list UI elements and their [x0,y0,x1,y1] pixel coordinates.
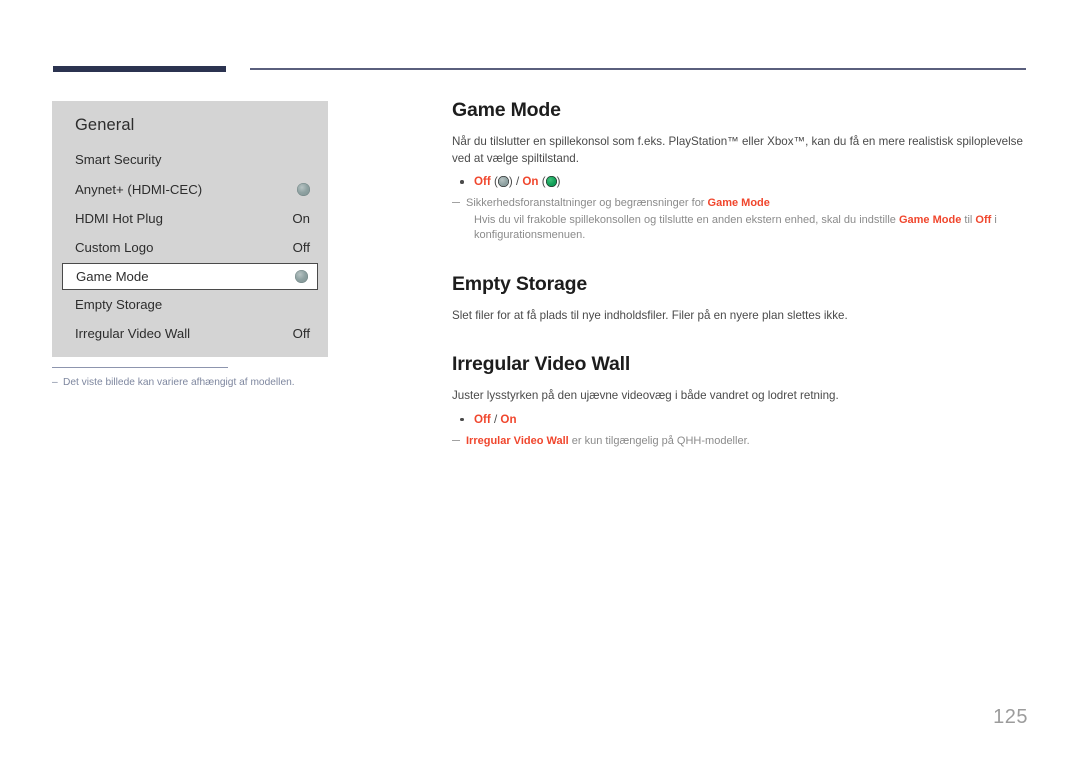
header-accent-bar [53,66,226,72]
page-header [0,0,1080,90]
section-title-irregular-video-wall: Irregular Video Wall [452,353,631,375]
option-on-glyph-wrap: () [538,175,561,188]
option-on-label: On [500,412,517,426]
osd-item-label: Game Mode [76,268,149,284]
option-off-label: Off [474,412,491,426]
osd-item-label: Smart Security [75,152,162,168]
note-body-pre: Hvis du vil frakoble spillekonsollen og … [474,213,899,226]
osd-item-empty-storage[interactable]: Empty Storage [52,290,328,319]
note-body-mid: til [961,213,976,226]
osd-item-game-mode-selected[interactable]: Game Mode [62,262,318,290]
caption-line: – Det viste billede kan variere afhængigt… [52,377,352,388]
option-separator: / [512,175,523,188]
section-paragraph-irregular-video-wall: Juster lysstyrken på den ujævne videovæg… [452,389,839,402]
section-title-game-mode: Game Mode [452,99,561,121]
options-line-irregular-video-wall: Off / On [452,412,1027,428]
toggle-dot-icon[interactable] [297,182,310,196]
osd-item-label: Irregular Video Wall [75,326,191,342]
options-line-game-mode: Off () / On () [452,174,1027,190]
page-number: 125 [993,706,1028,728]
option-separator: / [490,412,501,426]
osd-item-value: On [292,210,310,226]
note-rest: er kun tilgængelig på QHH-modeller. [568,434,750,447]
osd-item-anynet-hdmi-cec[interactable]: Anynet+ (HDMI-CEC) [52,174,328,203]
toggle-dot-gray-icon [497,176,509,188]
osd-item-value: Off [292,240,310,256]
osd-item-label: Anynet+ (HDMI-CEC) [75,181,203,197]
option-off-label: Off [474,175,491,188]
osd-item-irregular-video-wall[interactable]: Irregular Video Wall Off [52,319,328,348]
section-paragraph-game-mode: Når du tilslutter en spillekonsol som f.… [452,135,1023,165]
caption-dash: – [52,377,58,388]
note-game-mode: Sikkerhedsforanstaltninger og begrænsnin… [452,196,1027,244]
osd-item-smart-security[interactable]: Smart Security [52,145,328,174]
main-content: Game Mode Når du tilslutter en spillekon… [452,99,1027,449]
panel-caption: – Det viste billede kan variere afhængigt… [52,367,352,388]
osd-item-label: HDMI Hot Plug [75,210,163,226]
note-title-highlight: Game Mode [707,197,770,209]
caption-divider [52,367,228,368]
osd-menu-panel: General Smart Security Anynet+ (HDMI-CEC… [52,101,328,357]
note-highlight: Irregular Video Wall [466,434,569,447]
option-off-glyph-wrap: () [490,175,513,188]
header-divider-line [250,68,1026,70]
osd-item-value: Off [292,326,310,342]
osd-item-label: Empty Storage [75,296,163,312]
osd-item-label: Custom Logo [75,240,154,256]
note-title-text: Sikkerhedsforanstaltninger og begrænsnin… [466,197,708,209]
section-title-empty-storage: Empty Storage [452,272,588,295]
osd-item-hdmi-hot-plug[interactable]: HDMI Hot Plug On [52,204,328,233]
note-body: Hvis du vil frakoble spillekonsollen og … [466,213,1027,244]
note-body-highlight-1: Game Mode [898,213,962,226]
note-irregular-video-wall: Irregular Video Wall er kun tilgængelig … [452,434,1027,450]
osd-menu-list: Smart Security Anynet+ (HDMI-CEC) HDMI H… [52,145,328,348]
note-body-highlight-2: Off [975,213,992,226]
section-paragraph-empty-storage: Slet filer for at få plads til nye indho… [452,308,848,322]
toggle-dot-icon[interactable] [295,269,308,283]
caption-text: Det viste billede kan variere afhængigt … [63,377,295,388]
option-on-label: On [522,175,539,188]
osd-menu-title: General [75,116,135,134]
toggle-dot-green-icon [545,176,557,188]
osd-item-custom-logo[interactable]: Custom Logo Off [52,233,328,262]
